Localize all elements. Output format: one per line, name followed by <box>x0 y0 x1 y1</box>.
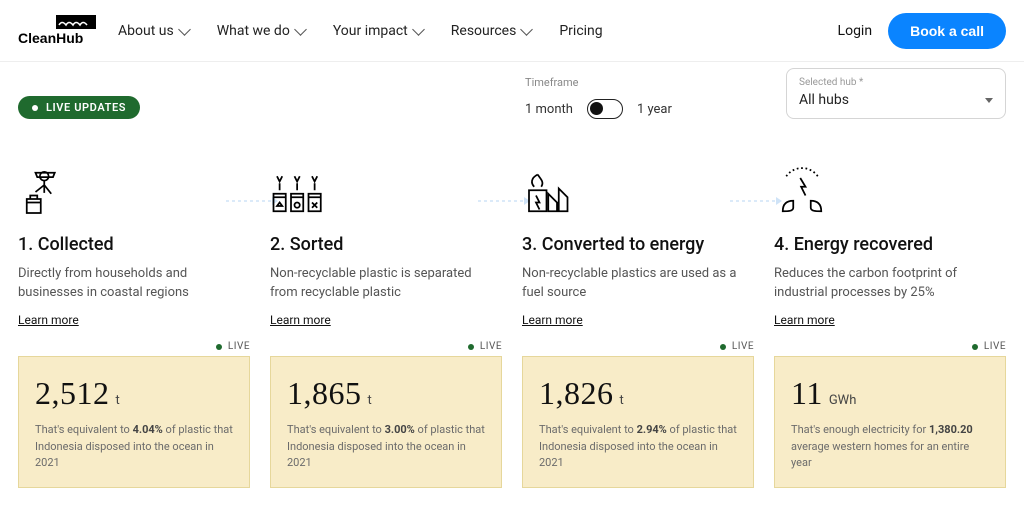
metric-value: 1,865 <box>287 375 362 412</box>
dot-icon <box>972 344 978 350</box>
metric-value: 11 <box>791 375 823 412</box>
learn-more-link[interactable]: Learn more <box>18 313 250 327</box>
timeframe-option-month[interactable]: 1 month <box>525 102 573 117</box>
hub-label: Selected hub * <box>799 77 993 88</box>
metric-card: 1,826 t That's equivalent to 2.94% of pla… <box>522 356 754 488</box>
nav-your-impact[interactable]: Your impact <box>333 23 423 39</box>
header: CleanHub About us What we do Your impact… <box>0 0 1024 62</box>
metric-card: 11 GWh That's enough electricity for 1,38… <box>774 356 1006 488</box>
metric-card: 1,865 t That's equivalent to 3.00% of pla… <box>270 356 502 488</box>
step-desc: Directly from households and businesses … <box>18 265 250 305</box>
chevron-down-icon <box>412 23 425 36</box>
step-converted: 3. Converted to energy Non-recyclable pl… <box>522 156 754 488</box>
step-title: 3. Converted to energy <box>522 234 754 255</box>
step-title: 1. Collected <box>18 234 250 255</box>
learn-more-link[interactable]: Learn more <box>270 313 502 327</box>
collector-icon <box>18 156 250 220</box>
metric-unit: t <box>620 393 624 408</box>
dot-icon <box>216 344 222 350</box>
metric-equivalent: That's equivalent to 2.94% of plastic th… <box>539 422 737 472</box>
main-nav: About us What we do Your impact Resource… <box>118 23 603 39</box>
timeframe-control: Timeframe 1 month 1 year <box>525 76 672 119</box>
chevron-down-icon <box>985 98 993 103</box>
nav-what-we-do[interactable]: What we do <box>217 23 305 39</box>
hub-value: All hubs <box>799 92 849 108</box>
svg-text:CleanHub: CleanHub <box>18 30 83 46</box>
logo[interactable]: CleanHub <box>18 15 98 47</box>
metric-value: 2,512 <box>35 375 110 412</box>
nav-pricing[interactable]: Pricing <box>559 23 602 39</box>
hub-select[interactable]: Selected hub * All hubs <box>786 68 1006 119</box>
live-indicator: LIVE <box>270 341 502 352</box>
sorting-bins-icon <box>270 156 502 220</box>
chevron-down-icon <box>520 23 533 36</box>
nav-resources[interactable]: Resources <box>451 23 532 39</box>
live-indicator: LIVE <box>18 341 250 352</box>
book-call-button[interactable]: Book a call <box>888 13 1006 49</box>
step-recovered: 4. Energy recovered Reduces the carbon f… <box>774 156 1006 488</box>
live-indicator: LIVE <box>522 341 754 352</box>
learn-more-link[interactable]: Learn more <box>522 313 754 327</box>
energy-plant-icon <box>522 156 754 220</box>
learn-more-link[interactable]: Learn more <box>774 313 1006 327</box>
live-indicator: LIVE <box>774 341 1006 352</box>
live-updates-badge: LIVE UPDATES <box>18 96 140 119</box>
timeframe-label: Timeframe <box>525 76 672 89</box>
dot-icon <box>720 344 726 350</box>
metric-equivalent: That's equivalent to 4.04% of plastic th… <box>35 422 233 472</box>
chevron-down-icon <box>294 23 307 36</box>
dot-icon <box>468 344 474 350</box>
chevron-down-icon <box>178 23 191 36</box>
metric-equivalent: That's enough electricity for 1,380.20 a… <box>791 422 989 472</box>
metric-card: 2,512 t That's equivalent to 4.04% of pla… <box>18 356 250 488</box>
step-sorted: 2. Sorted Non-recyclable plastic is sepa… <box>270 156 502 488</box>
step-title: 2. Sorted <box>270 234 502 255</box>
step-collected: 1. Collected Directly from households an… <box>18 156 250 488</box>
login-link[interactable]: Login <box>838 23 873 39</box>
metric-equivalent: That's equivalent to 3.00% of plastic th… <box>287 422 485 472</box>
timeframe-toggle[interactable] <box>587 99 623 119</box>
controls-row: LIVE UPDATES Timeframe 1 month 1 year Se… <box>0 62 1024 132</box>
step-title: 4. Energy recovered <box>774 234 1006 255</box>
metric-unit: t <box>116 393 120 408</box>
timeframe-option-year[interactable]: 1 year <box>637 102 672 117</box>
dot-icon <box>32 105 38 111</box>
metric-unit: GWh <box>829 393 857 408</box>
nav-about[interactable]: About us <box>118 23 189 39</box>
step-desc: Reduces the carbon footprint of industri… <box>774 265 1006 305</box>
metric-unit: t <box>368 393 372 408</box>
toggle-knob-icon <box>590 102 603 115</box>
metric-value: 1,826 <box>539 375 614 412</box>
steps-grid: 1. Collected Directly from households an… <box>0 132 1024 506</box>
step-desc: Non-recyclable plastic is separated from… <box>270 265 502 305</box>
step-desc: Non-recyclable plastics are used as a fu… <box>522 265 754 305</box>
energy-hands-icon <box>774 156 1006 220</box>
